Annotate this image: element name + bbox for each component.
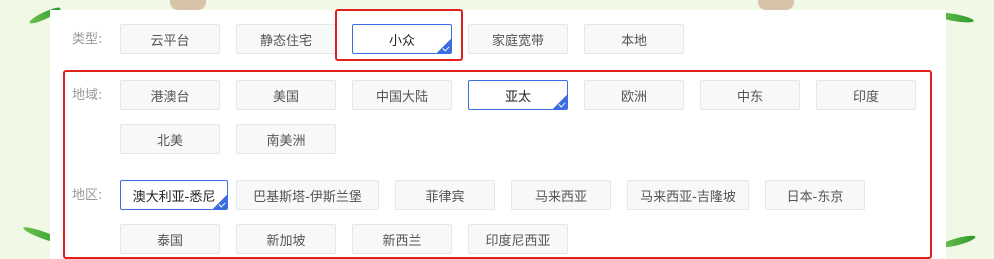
type-option-cloud[interactable]: 云平台	[120, 24, 220, 54]
decoration-hook-left	[170, 0, 206, 10]
highlight-box-region-area	[63, 70, 932, 259]
option-label: 静态住宅	[259, 33, 312, 49]
type-row-label: 类型:	[72, 32, 103, 47]
decoration-hook-right	[758, 0, 794, 10]
type-option-local[interactable]: 本地	[584, 24, 684, 54]
type-option-static-residential[interactable]: 静态住宅	[236, 24, 336, 54]
option-label: 本地	[620, 33, 647, 49]
option-label: 家庭宽带	[491, 33, 544, 49]
option-label: 云平台	[150, 33, 190, 49]
type-option-home-broadband[interactable]: 家庭宽带	[468, 24, 568, 54]
highlight-box-type-selection	[335, 9, 463, 61]
